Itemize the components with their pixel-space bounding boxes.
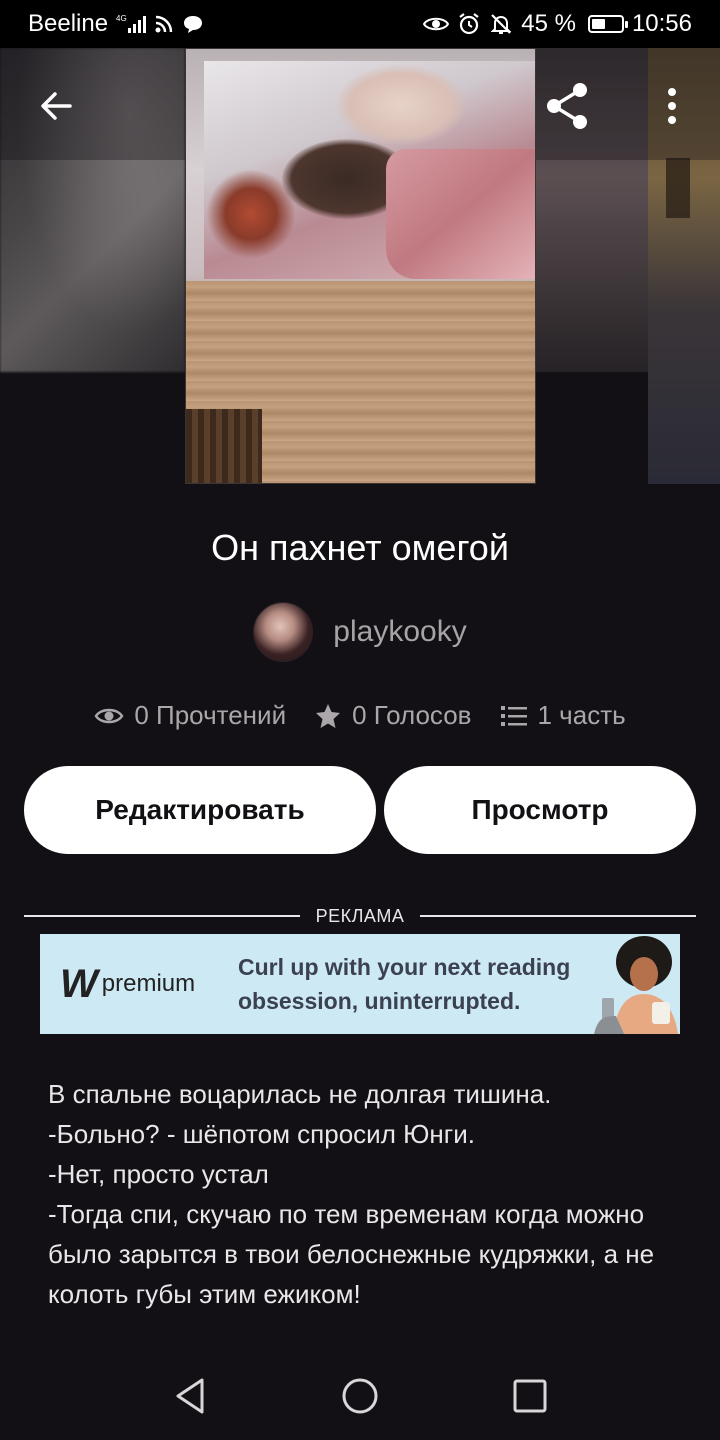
network-type: 4G — [116, 14, 127, 23]
carrier-label: Beeline — [28, 10, 109, 37]
more-options-button[interactable] — [644, 78, 700, 134]
battery-percent: 45 % — [521, 10, 576, 37]
system-nav-bar — [0, 1352, 720, 1440]
alarm-icon — [457, 12, 481, 36]
ad-logo: W premium — [60, 964, 195, 1004]
ad-divider-line-left — [24, 915, 300, 917]
eye-status-icon — [423, 15, 450, 33]
chat-icon — [182, 14, 204, 34]
ad-label: РЕКЛАМА — [315, 905, 405, 926]
status-left: Beeline 4G — [28, 10, 204, 38]
story-stats: 0 Прочтений 0 Голосов 1 часть — [0, 700, 720, 731]
clock: 10:56 — [631, 10, 692, 37]
story-title: Он пахнет омегой — [211, 527, 509, 568]
share-button[interactable] — [540, 78, 596, 134]
author-name[interactable]: playkooky — [333, 615, 466, 649]
circle-home-icon — [342, 1378, 378, 1414]
preview-button[interactable]: Просмотр — [384, 766, 696, 854]
nav-home-button[interactable] — [332, 1368, 388, 1424]
story-excerpt: В спальне воцарилась не долгая тишина. -… — [48, 1074, 678, 1314]
square-recent-icon — [513, 1379, 547, 1413]
author-link[interactable]: playkooky — [0, 602, 720, 662]
battery-icon — [587, 15, 628, 33]
parts-count: 1 часть — [537, 700, 626, 730]
wattpad-logo-icon: W — [60, 962, 98, 1006]
reads-count: 0 Прочтений — [134, 700, 287, 730]
votes-stat: 0 Голосов — [314, 700, 472, 731]
signal-icon: 4G — [116, 13, 147, 35]
reads-stat: 0 Прочтений — [94, 700, 286, 731]
arrow-left-icon — [41, 92, 72, 120]
nav-recent-button[interactable] — [502, 1368, 558, 1424]
parts-stat: 1 часть — [500, 700, 626, 731]
edit-button[interactable]: Редактировать — [24, 766, 376, 854]
share-icon — [547, 83, 587, 129]
cover-figure-face — [336, 65, 466, 145]
votes-count: 0 Голосов — [352, 700, 472, 730]
author-avatar[interactable] — [253, 602, 314, 662]
triangle-back-icon — [176, 1378, 204, 1414]
ad-line-2: obsession, uninterrupted. — [238, 988, 521, 1014]
eye-icon — [94, 708, 124, 723]
excerpt-line: -Больно? - шёпотом спросил Юнги. — [48, 1119, 475, 1149]
rss-icon — [154, 14, 174, 34]
cover-jacket — [386, 149, 535, 279]
star-icon — [316, 703, 341, 728]
excerpt-line: В спальне воцарилась не долгая тишина. — [48, 1079, 552, 1109]
ad-copy: Curl up with your next reading obsession… — [238, 950, 628, 1018]
battery-fill — [591, 19, 605, 29]
more-vertical-icon — [668, 88, 676, 124]
list-icon — [500, 705, 527, 726]
bell-off-icon — [489, 12, 513, 36]
cover-rug — [186, 409, 262, 483]
excerpt-line: -Нет, просто устал — [48, 1159, 269, 1189]
ad-divider: РЕКЛАМА — [24, 904, 697, 928]
nav-back-button[interactable] — [162, 1368, 218, 1424]
back-button[interactable] — [28, 78, 84, 134]
status-bar: Beeline 4G 45 % 10:56 — [0, 0, 720, 48]
ad-banner[interactable]: W premium Curl up with your next reading… — [40, 934, 680, 1034]
cover-flowers — [206, 169, 296, 259]
excerpt-line: -Тогда спи, скучаю по тем временам когда… — [48, 1199, 655, 1309]
ad-logo-text: premium — [101, 970, 196, 997]
story-cover-image[interactable] — [185, 48, 536, 484]
status-right: 45 % 10:56 — [423, 10, 692, 38]
ad-divider-line-right — [420, 915, 697, 917]
story-details-screen: Beeline 4G 45 % 10:56 Он пахнет омегой p… — [0, 0, 720, 1440]
cover-carousel[interactable] — [0, 48, 720, 484]
ad-line-1: Curl up with your next reading — [238, 954, 571, 980]
ad-person-image — [594, 936, 678, 1034]
